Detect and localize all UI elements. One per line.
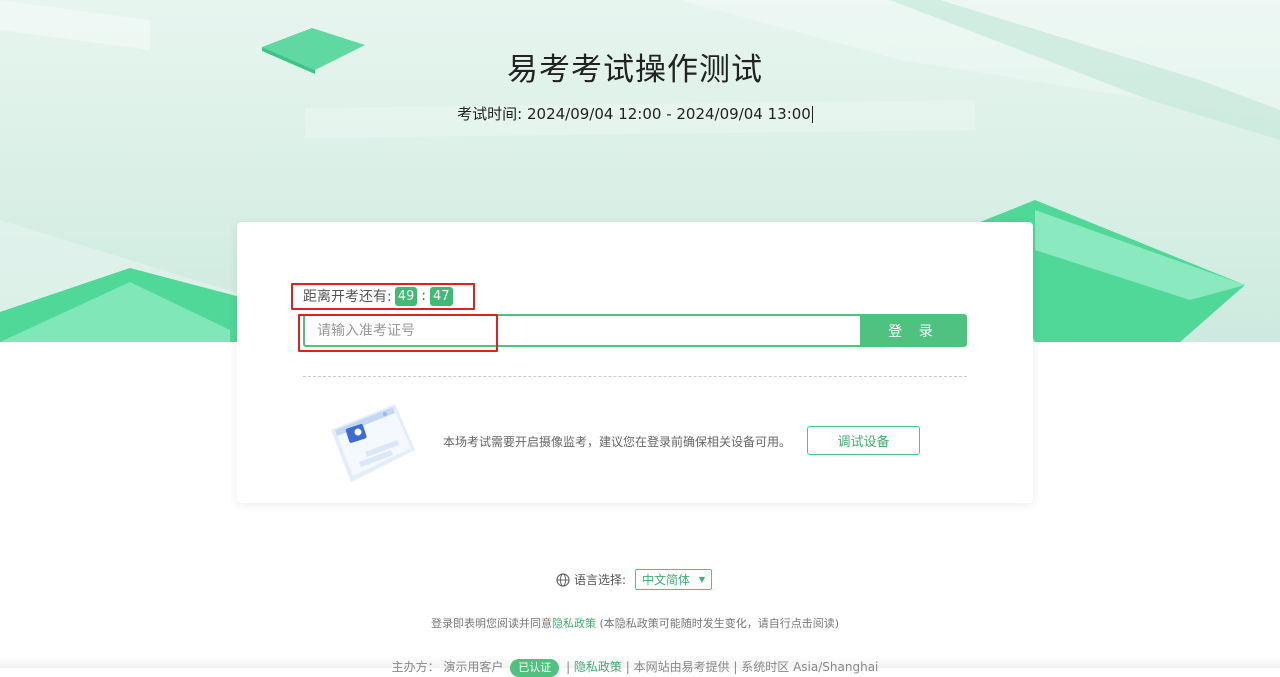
privacy-policy-link[interactable]: 隐私政策	[552, 617, 596, 630]
consent-prefix: 登录即表明您阅读并同意	[430, 617, 552, 630]
text-cursor	[811, 106, 813, 123]
login-card: 距离开考还有: 49 : 47 登 录 本场考试需要开启摄像监考，建议您在登录前…	[237, 222, 1033, 503]
language-selected-value: 中文简体	[642, 573, 691, 587]
camera-notice: 本场考试需要开启摄像监考，建议您在登录前确保相关设备可用。	[443, 435, 792, 449]
exam-time-text: 考试时间: 2024/09/04 12:00 - 2024/09/04 13:0…	[0, 103, 1270, 124]
consent-suffix: (本隐私政策可能随时发生变化，请自行点击阅读)	[595, 617, 840, 630]
login-button[interactable]: 登 录	[860, 314, 967, 347]
camera-device-illustration	[331, 404, 415, 482]
input-highlight-frame	[298, 314, 498, 352]
language-selector-row: 语言选择: 中文简体 ▼	[556, 569, 713, 590]
page-title: 易考考试操作测试	[507, 52, 763, 88]
countdown-highlight-frame	[291, 283, 475, 310]
language-label: 语言选择:	[574, 573, 627, 587]
dashed-divider	[303, 376, 967, 377]
exam-time-value: 考试时间: 2024/09/04 12:00 - 2024/09/04 13:0…	[457, 105, 811, 123]
verified-badge: 已认证	[510, 659, 560, 677]
chevron-down-icon: ▼	[698, 575, 706, 584]
globe-icon	[556, 572, 570, 587]
footer-provider: | 本网站由易考提供 | 系统时区 Asia/Shanghai	[621, 660, 879, 674]
footer-organizer: 主办方： 演示用客户	[391, 660, 504, 674]
test-device-button[interactable]: 调试设备	[807, 426, 920, 455]
footer-privacy-link[interactable]: 隐私政策	[574, 660, 622, 674]
privacy-consent-text: 登录即表明您阅读并同意隐私政策 (本隐私政策可能随时发生变化，请自行点击阅读)	[0, 615, 1270, 631]
language-select[interactable]: 中文简体 ▼	[635, 569, 713, 590]
